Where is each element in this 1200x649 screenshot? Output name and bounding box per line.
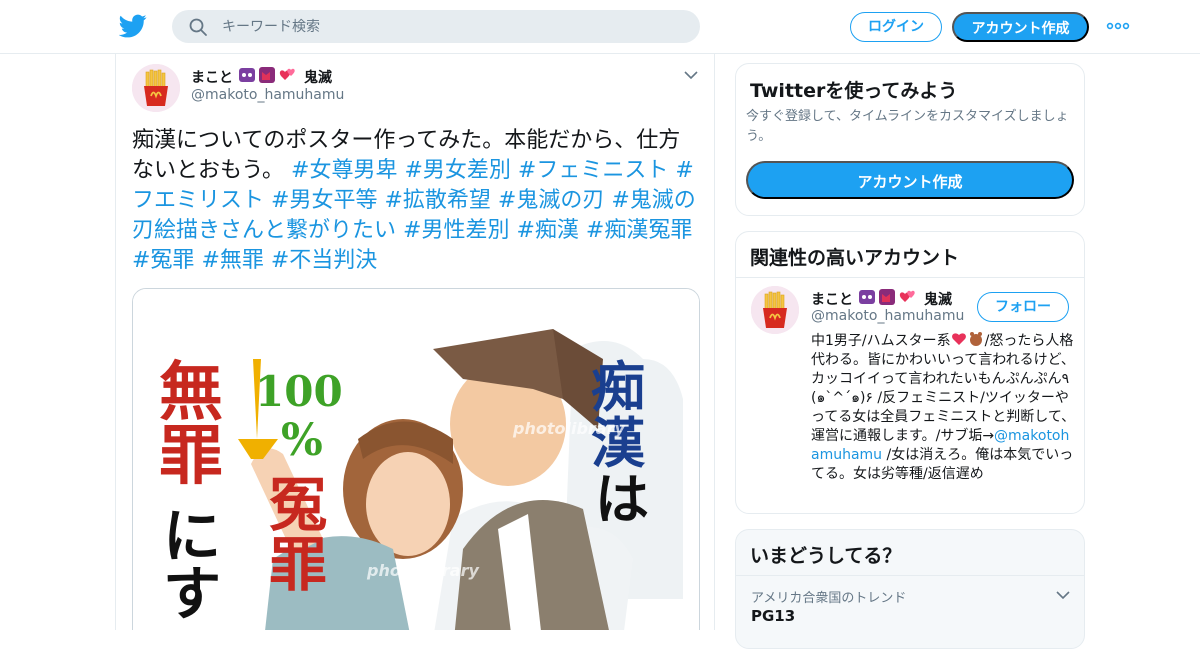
trends-card: いまどうしてる？ アメリカ合衆国のトレンド PG13	[735, 529, 1085, 649]
author-name[interactable]: まこと	[191, 67, 233, 87]
watermark-1: photolibrary	[513, 419, 625, 438]
tweet-text-segment	[396, 218, 403, 243]
top-bar: ログイン アカウント作成	[0, 0, 1200, 54]
poster-text-make: にす	[163, 502, 222, 628]
tweet-text: 痴漢についてのポスター作ってみた。本能だから、仕方ないとおもう。 #女尊男卑 #…	[132, 126, 697, 276]
chevron-down-icon[interactable]	[684, 70, 698, 80]
search-icon	[189, 18, 207, 36]
watermark-2: photolibrary	[367, 561, 479, 580]
tweet-media-image[interactable]: 無罪 にす 100 % 冤罪 痴漢 は photolibrary photoli…	[132, 288, 700, 630]
hashtag-link[interactable]: #男女平等	[271, 188, 377, 213]
poster-text-percent-sign: %	[281, 415, 323, 466]
fries-avatar-icon	[751, 286, 799, 334]
related-accounts-title: 関連性の高いアカウント	[750, 247, 960, 269]
search-box[interactable]	[172, 10, 700, 43]
tweet-text-segment	[264, 248, 271, 273]
divider	[736, 575, 1084, 576]
signup-button[interactable]: アカウント作成	[952, 12, 1089, 42]
hashtag-link[interactable]: #男性差別	[403, 218, 509, 243]
trends-title: いまどうしてる？	[750, 545, 902, 567]
hashtag-link[interactable]: #冤罪	[132, 248, 194, 273]
related-account-avatar[interactable]	[751, 286, 799, 334]
signup-card: Twitterを使ってみよう 今すぐ登録して、タイムラインをカスタマイズしましょ…	[735, 63, 1085, 216]
related-account-handle[interactable]: @makoto_hamuhamu	[811, 308, 964, 324]
poster-text-innocent: 無罪	[159, 355, 223, 494]
poster-text-particle: は	[595, 467, 649, 531]
hashtag-link[interactable]: #フェミニスト	[518, 158, 668, 183]
hashtag-link[interactable]: #痴漢	[516, 218, 578, 243]
fries-avatar-icon	[132, 64, 180, 112]
author-name-suffix[interactable]: 鬼滅	[304, 67, 332, 87]
hashtag-link[interactable]: #無罪	[201, 248, 263, 273]
bio-text-start: 中1男子/ハムスター系	[811, 333, 951, 349]
twitter-logo-icon[interactable]	[119, 12, 147, 40]
divider	[736, 277, 1084, 278]
hashtag-link[interactable]: #女尊男卑	[291, 158, 397, 183]
hashtag-link[interactable]: #痴漢冤罪	[586, 218, 692, 243]
related-account-bio: 中1男子/ハムスター系/怒ったら人格代わる。皆にかわいいって言われるけど、カッコ…	[811, 331, 1076, 484]
related-account-name[interactable]: まこと	[811, 289, 853, 309]
search-input[interactable]	[222, 10, 682, 43]
hashtag-link[interactable]: #鬼滅の刃	[498, 188, 604, 213]
tweet-column: まこと 鬼滅 @makoto_hamuhamu 痴漢についてのポスター作ってみた…	[115, 54, 715, 630]
tweet-text-segment	[579, 218, 586, 243]
author-handle[interactable]: @makoto_hamuhamu	[191, 87, 344, 103]
tweet-text-segment	[491, 188, 498, 213]
signup-card-title: Twitterを使ってみよう	[750, 80, 958, 102]
signup-card-button[interactable]: アカウント作成	[746, 161, 1074, 199]
poster-text-molester: 痴漢	[591, 355, 645, 475]
hashtag-link[interactable]: #不当判決	[271, 248, 377, 273]
signup-card-description: 今すぐ登録して、タイムラインをカスタマイズしましょう。	[746, 109, 1069, 144]
heart-bear-emoji-icon	[951, 332, 982, 346]
chevron-down-icon[interactable]	[1056, 590, 1070, 600]
trend-item[interactable]: PG13	[751, 607, 795, 625]
hashtag-link[interactable]: #男女差別	[404, 158, 510, 183]
related-account-name-suffix[interactable]: 鬼滅	[924, 289, 952, 309]
poster-text-percent-number: 100	[255, 367, 343, 416]
hashtag-link[interactable]: #拡散希望	[384, 188, 490, 213]
more-options-icon[interactable]	[1106, 20, 1130, 32]
tweet-text-segment	[264, 188, 271, 213]
tweet-text-segment	[511, 158, 518, 183]
trend-location: アメリカ合衆国のトレンド	[751, 591, 907, 606]
login-button[interactable]: ログイン	[850, 12, 942, 42]
follow-button[interactable]: フォロー	[977, 292, 1069, 322]
author-avatar[interactable]	[132, 64, 180, 112]
poster-text-false-accusation: 冤罪	[269, 471, 328, 599]
related-accounts-card: 関連性の高いアカウント まこと 鬼滅 @makoto_hamuhamu フォロー…	[735, 231, 1085, 514]
